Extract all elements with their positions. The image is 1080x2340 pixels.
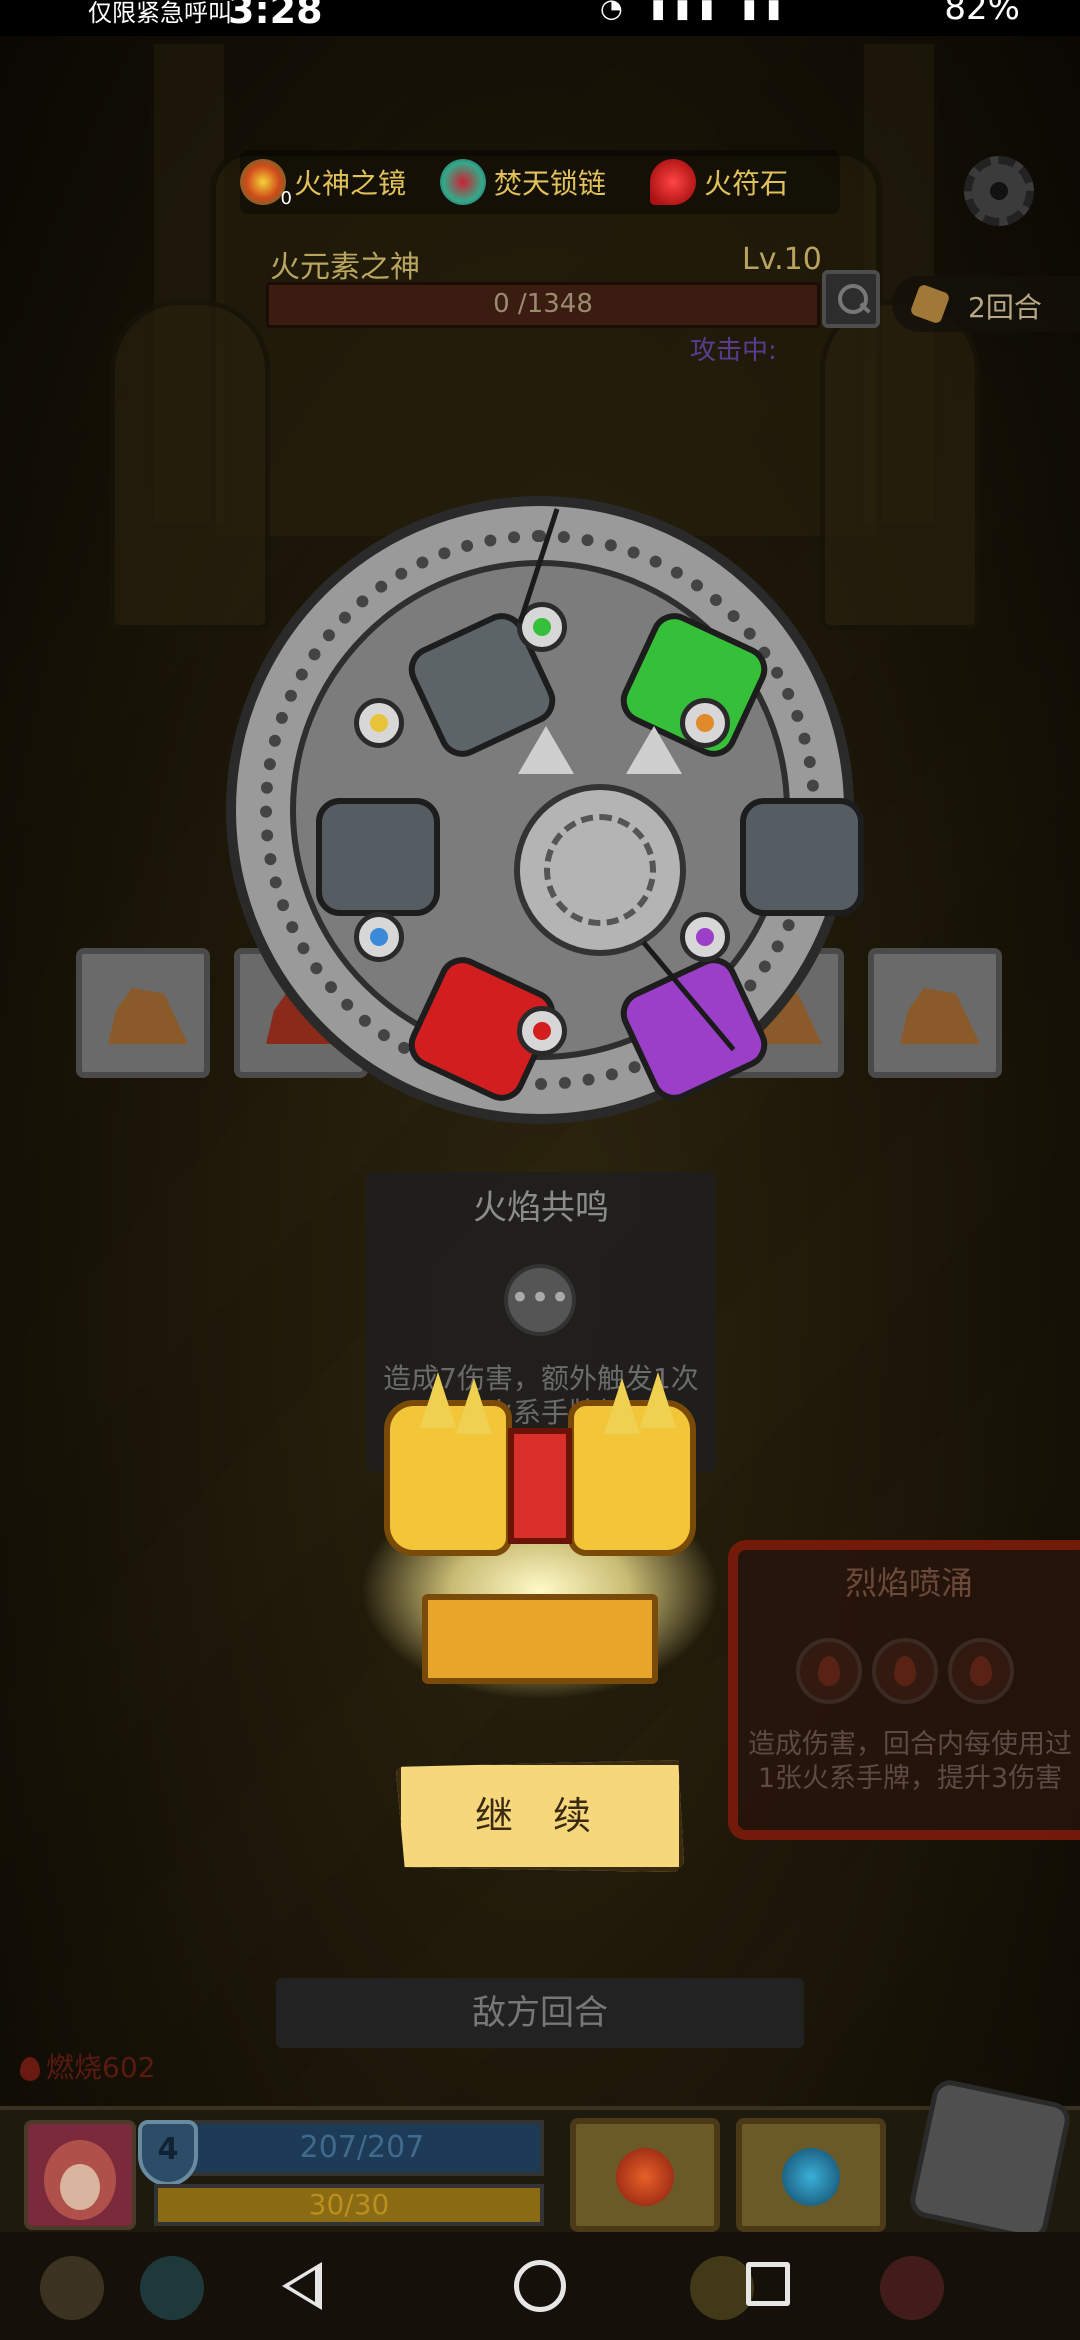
player-energy-bar: 30/30	[154, 2184, 544, 2226]
hand-card[interactable]	[76, 948, 210, 1078]
flame-slot-icon	[948, 1638, 1014, 1704]
inspect-search-icon[interactable]	[822, 270, 880, 328]
burn-flame-icon	[20, 2057, 40, 2081]
enemy-turn-button[interactable]: 敌方回合	[276, 1978, 804, 2048]
water-drop-node-icon	[354, 912, 404, 962]
burst-description: 造成伤害，回合内每使用过1张火系手牌，提升3伤害	[748, 1729, 1072, 1794]
dice-icon[interactable]	[906, 2076, 1074, 2244]
signal-icons: ◔ ▮▮▮ ▮▮	[600, 0, 791, 24]
shield-icon: 4	[138, 2120, 198, 2186]
player-hp-bar: 207/207	[180, 2120, 544, 2176]
chain-icon	[440, 159, 486, 205]
enemy-name: 火元素之神	[270, 250, 420, 285]
round-text: 2回合	[968, 291, 1042, 324]
deco-icon	[880, 2256, 944, 2320]
relic-chain[interactable]: 焚天锁链	[440, 150, 606, 214]
skill-more-icon: •••	[504, 1264, 576, 1336]
enemy-hp-text: 0 /1348	[493, 289, 593, 319]
deco-icon	[140, 2256, 204, 2320]
back-icon[interactable]	[282, 2262, 322, 2310]
item-slot-fire[interactable]	[570, 2118, 720, 2232]
lightning-node-icon	[354, 698, 404, 748]
system-nav-bar	[0, 2232, 1080, 2340]
continue-button[interactable]: 继 续	[396, 1760, 684, 1872]
relic-label: 火神之镜	[294, 167, 407, 200]
flame-flower-icon	[616, 2148, 674, 2206]
clock: 3:28	[228, 0, 323, 32]
burst-skill-card: 烈焰喷涌 造成伤害，回合内每使用过1张火系手牌，提升3伤害	[728, 1540, 1080, 1840]
water-skull-icon	[782, 2148, 840, 2206]
deco-icon	[690, 2256, 754, 2320]
earth-node-icon	[680, 698, 730, 748]
relic-bar: 0 火神之镜 焚天锁链 火符石	[240, 150, 840, 214]
hand-card[interactable]	[868, 948, 1002, 1078]
earth-rock-segment	[740, 798, 864, 916]
flame-slot-icon	[872, 1638, 938, 1704]
burst-title: 烈焰喷涌	[844, 1564, 973, 1602]
round-counter: 2回合	[892, 276, 1080, 332]
relic-rune-stone[interactable]: 火符石	[650, 150, 788, 214]
enemy-level: Lv.10	[742, 242, 822, 277]
item-slot-water[interactable]	[736, 2118, 886, 2232]
treasure-chest-base[interactable]	[422, 1594, 658, 1684]
skill-title: 火焰共鸣	[473, 1188, 609, 1228]
hourglass-icon	[909, 283, 951, 325]
moon-node-icon	[680, 912, 730, 962]
treasure-chest-lock	[508, 1428, 572, 1544]
sun-moon-core	[514, 784, 686, 956]
wheel-inner	[290, 560, 864, 1109]
burn-status: 燃烧602	[20, 2046, 155, 2086]
relic-label: 焚天锁链	[494, 167, 607, 200]
wheel-triangle	[626, 726, 682, 774]
fire-mirror-icon: 0	[240, 159, 292, 209]
enemy-hp-bar: 0 /1348	[266, 282, 820, 328]
settings-gear-icon[interactable]	[964, 156, 1034, 226]
flame-slot-icon	[796, 1638, 862, 1704]
deco-icon	[40, 2256, 104, 2320]
carrier-text: 仅限紧急呼叫	[88, 0, 232, 27]
chest-spike	[604, 1378, 640, 1434]
home-icon[interactable]	[514, 2260, 566, 2312]
game-screen: 仅限紧急呼叫 3:28 ◔ ▮▮▮ ▮▮ 82% 0 火神之镜 焚天锁链 火符石…	[0, 0, 1080, 2340]
enemy-intent: 攻击中:	[690, 336, 777, 366]
relic-label: 火符石	[704, 167, 789, 200]
player-avatar[interactable]	[24, 2120, 136, 2230]
battery-level: 82%	[944, 0, 1020, 28]
element-wheel	[226, 496, 864, 1124]
wind-segment	[316, 798, 440, 916]
system-status-bar: 仅限紧急呼叫 3:28 ◔ ▮▮▮ ▮▮ 82%	[0, 0, 1080, 36]
chest-spike	[420, 1372, 456, 1428]
wheel-triangle	[518, 726, 574, 774]
fire-rune-stone-icon	[650, 159, 696, 205]
relic-fire-mirror[interactable]: 0 火神之镜	[240, 150, 406, 214]
earth-card-icon	[900, 988, 980, 1044]
recent-apps-icon[interactable]	[746, 2262, 790, 2306]
chest-spike	[640, 1372, 676, 1428]
earth-card-icon	[108, 988, 188, 1044]
fire-drop-node-icon	[517, 1006, 567, 1056]
chest-spike	[456, 1378, 492, 1434]
